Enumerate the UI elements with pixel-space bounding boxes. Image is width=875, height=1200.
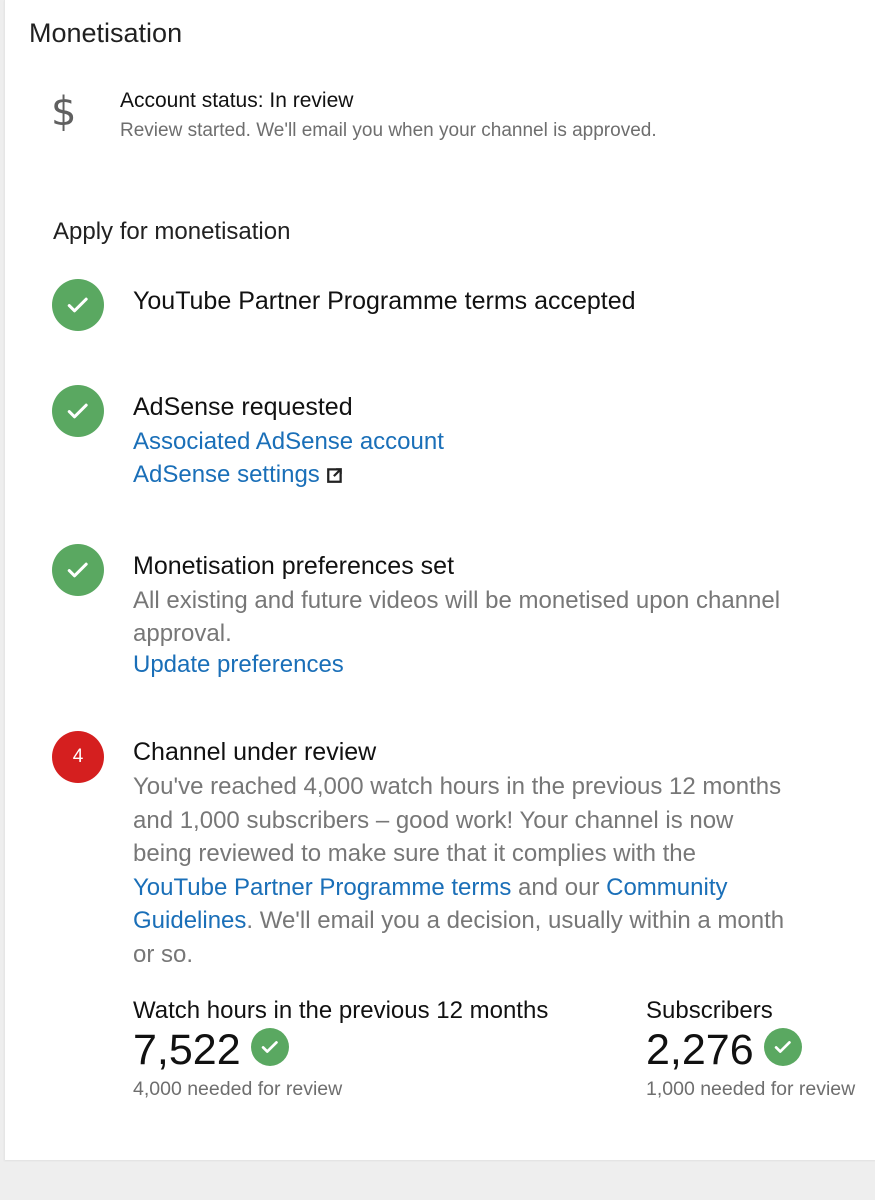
step-preferences-desc-1: All existing and future videos will be m… (133, 587, 781, 614)
dollar-icon: $ (51, 89, 77, 135)
check-circle-icon (52, 544, 104, 596)
step-preferences-title: Monetisation preferences set (133, 552, 455, 580)
watch-hours-needed: 4,000 needed for review (133, 1078, 343, 1100)
associated-adsense-link[interactable]: Associated AdSense account (133, 428, 444, 456)
step-preferences-desc-2: approval. (133, 620, 232, 647)
account-status-subtext: Review started. We'll email you when you… (120, 120, 657, 141)
step-terms-title: YouTube Partner Programme terms accepted (133, 287, 636, 315)
check-circle-icon (250, 1027, 289, 1066)
step-adsense-title: AdSense requested (133, 393, 353, 421)
adsense-settings-link[interactable]: AdSense settings (133, 461, 320, 488)
update-preferences-link[interactable]: Update preferences (133, 651, 344, 679)
check-circle-icon (763, 1027, 802, 1066)
subscribers-needed: 1,000 needed for review (646, 1078, 856, 1100)
adsense-settings-row[interactable]: AdSense settings (133, 461, 344, 489)
partner-terms-link[interactable]: YouTube Partner Programme terms (133, 874, 511, 901)
step-number-badge: 4 (52, 731, 104, 783)
review-text-2: and our (511, 873, 607, 901)
apply-heading: Apply for monetisation (53, 218, 291, 245)
check-circle-icon (52, 279, 104, 331)
subscribers-value-row: 2,276 (646, 1026, 802, 1075)
watch-hours-label: Watch hours in the previous 12 months (133, 997, 549, 1024)
subscribers-label: Subscribers (646, 997, 773, 1024)
watch-hours-value-row: 7,522 (133, 1026, 289, 1075)
watch-hours-value: 7,522 (133, 1026, 241, 1074)
check-circle-icon (52, 385, 104, 437)
review-text-1: You've reached 4,000 watch hours in the … (133, 773, 782, 867)
account-status: Account status: In review (120, 89, 354, 112)
external-link-icon (326, 466, 344, 489)
page-title: Monetisation (29, 18, 183, 48)
step-review-title: Channel under review (133, 738, 377, 766)
monetisation-card: Monetisation $ Account status: In review… (4, 0, 875, 1160)
step-review-paragraph: You've reached 4,000 watch hours in the … (133, 770, 793, 971)
subscribers-value: 2,276 (646, 1026, 754, 1074)
